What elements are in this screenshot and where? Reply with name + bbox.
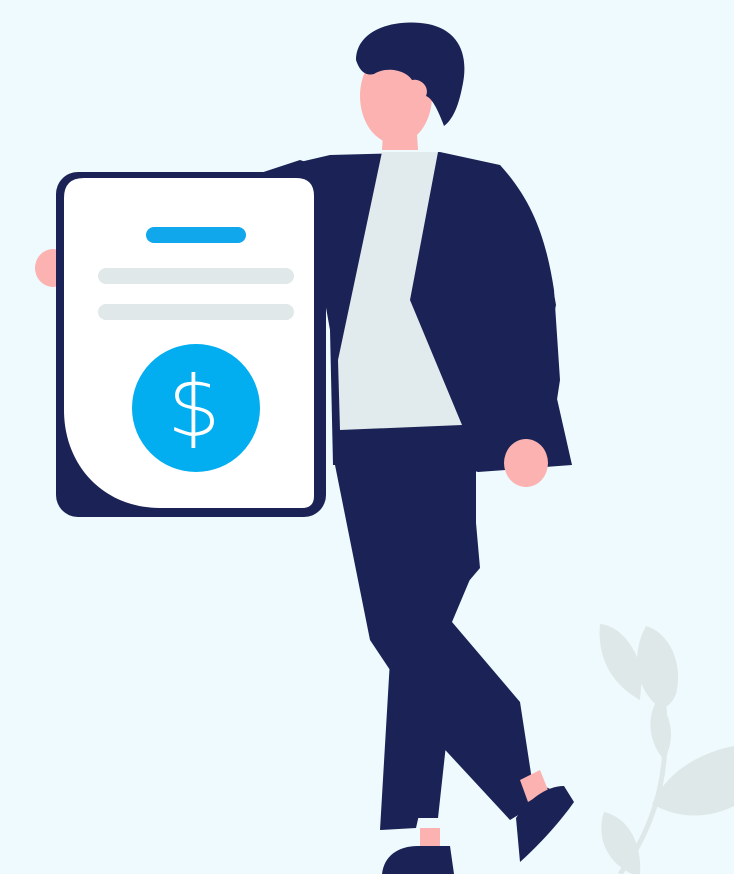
document-title-bar xyxy=(146,227,246,243)
document-line-2 xyxy=(98,304,294,320)
invoice-document: $ xyxy=(56,172,326,517)
person-invoice-illustration: $ xyxy=(0,0,734,874)
person-right-hand xyxy=(504,439,548,487)
person-ankle-back xyxy=(420,828,440,848)
illustration-canvas: $ xyxy=(0,0,734,874)
dollar-icon: $ xyxy=(167,358,220,456)
document-line-1 xyxy=(98,268,294,284)
